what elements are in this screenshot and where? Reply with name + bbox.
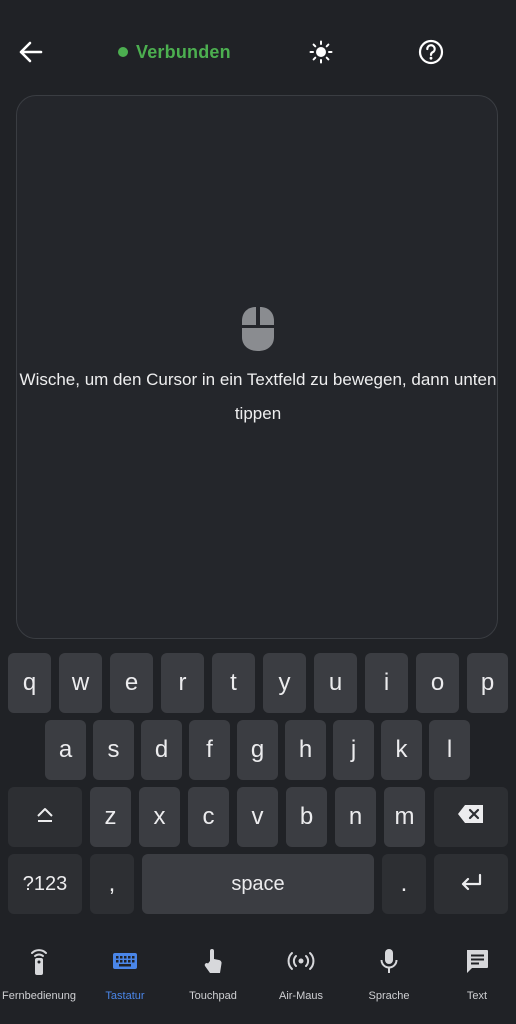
key-e[interactable]: e	[110, 653, 153, 713]
nav-label-voice: Sprache	[368, 990, 410, 1002]
text-message-icon	[434, 946, 516, 976]
key-w[interactable]: w	[59, 653, 102, 713]
period-key[interactable]: .	[382, 854, 426, 914]
key-b[interactable]: b	[286, 787, 327, 847]
top-bar: Verbunden	[0, 0, 516, 100]
key-g[interactable]: g	[237, 720, 278, 780]
status-dot-icon	[118, 47, 128, 57]
remote-icon	[0, 946, 82, 976]
comma-key[interactable]: ,	[90, 854, 134, 914]
key-r[interactable]: r	[161, 653, 204, 713]
nav-item-voice[interactable]: Sprache	[346, 930, 432, 1024]
connection-status-label: Verbunden	[136, 41, 231, 62]
key-i[interactable]: i	[365, 653, 408, 713]
key-v[interactable]: v	[237, 787, 278, 847]
microphone-icon	[346, 946, 432, 976]
key-q[interactable]: q	[8, 653, 51, 713]
key-l[interactable]: l	[429, 720, 470, 780]
key-s[interactable]: s	[93, 720, 134, 780]
backspace-key[interactable]	[434, 787, 508, 847]
key-j[interactable]: j	[333, 720, 374, 780]
nav-item-touchpad[interactable]: Touchpad	[170, 930, 256, 1024]
key-o[interactable]: o	[416, 653, 459, 713]
backspace-icon	[457, 803, 485, 831]
touch-icon	[170, 946, 256, 976]
nav-label-touchpad: Touchpad	[189, 990, 237, 1002]
key-c[interactable]: c	[188, 787, 229, 847]
key-y[interactable]: y	[263, 653, 306, 713]
key-a[interactable]: a	[45, 720, 86, 780]
touchpad-hint: Wische, um den Cursor in ein Textfeld zu…	[19, 370, 497, 423]
nav-label-keyboard: Tastatur	[105, 990, 145, 1002]
key-x[interactable]: x	[139, 787, 180, 847]
key-m[interactable]: m	[384, 787, 425, 847]
bottom-nav: Fernbedienung Tastatur Touchpad Air-Maus…	[0, 930, 516, 1024]
key-n[interactable]: n	[335, 787, 376, 847]
brightness-icon[interactable]	[307, 38, 335, 66]
key-u[interactable]: u	[314, 653, 357, 713]
key-d[interactable]: d	[141, 720, 182, 780]
key-z[interactable]: z	[90, 787, 131, 847]
nav-item-keyboard[interactable]: Tastatur	[82, 930, 168, 1024]
shift-key[interactable]	[8, 787, 82, 847]
keyboard: q w e r t y u i o p a s d f g h j k l z …	[0, 645, 516, 923]
help-icon[interactable]	[417, 38, 445, 66]
connection-status: Verbunden	[118, 40, 231, 64]
space-key[interactable]: space	[142, 854, 374, 914]
mouse-icon	[240, 305, 276, 353]
nav-label-air-mouse: Air-Maus	[278, 990, 323, 1002]
key-p[interactable]: p	[467, 653, 508, 713]
nav-item-remote[interactable]: Fernbedienung	[0, 930, 82, 1024]
back-arrow-icon[interactable]	[16, 36, 46, 68]
air-mouse-icon	[258, 946, 344, 976]
enter-icon	[459, 870, 483, 898]
nav-label-remote: Fernbedienung	[1, 990, 76, 1002]
enter-key[interactable]	[434, 854, 508, 914]
shift-icon	[35, 803, 55, 831]
key-t[interactable]: t	[212, 653, 255, 713]
key-f[interactable]: f	[189, 720, 230, 780]
nav-item-air-mouse[interactable]: Air-Maus	[258, 930, 344, 1024]
symbols-key[interactable]: ?123	[8, 854, 82, 914]
keyboard-icon	[82, 946, 168, 976]
key-h[interactable]: h	[285, 720, 326, 780]
key-k[interactable]: k	[381, 720, 422, 780]
nav-item-text[interactable]: Text	[434, 930, 516, 1024]
nav-label-text: Text	[466, 990, 488, 1002]
